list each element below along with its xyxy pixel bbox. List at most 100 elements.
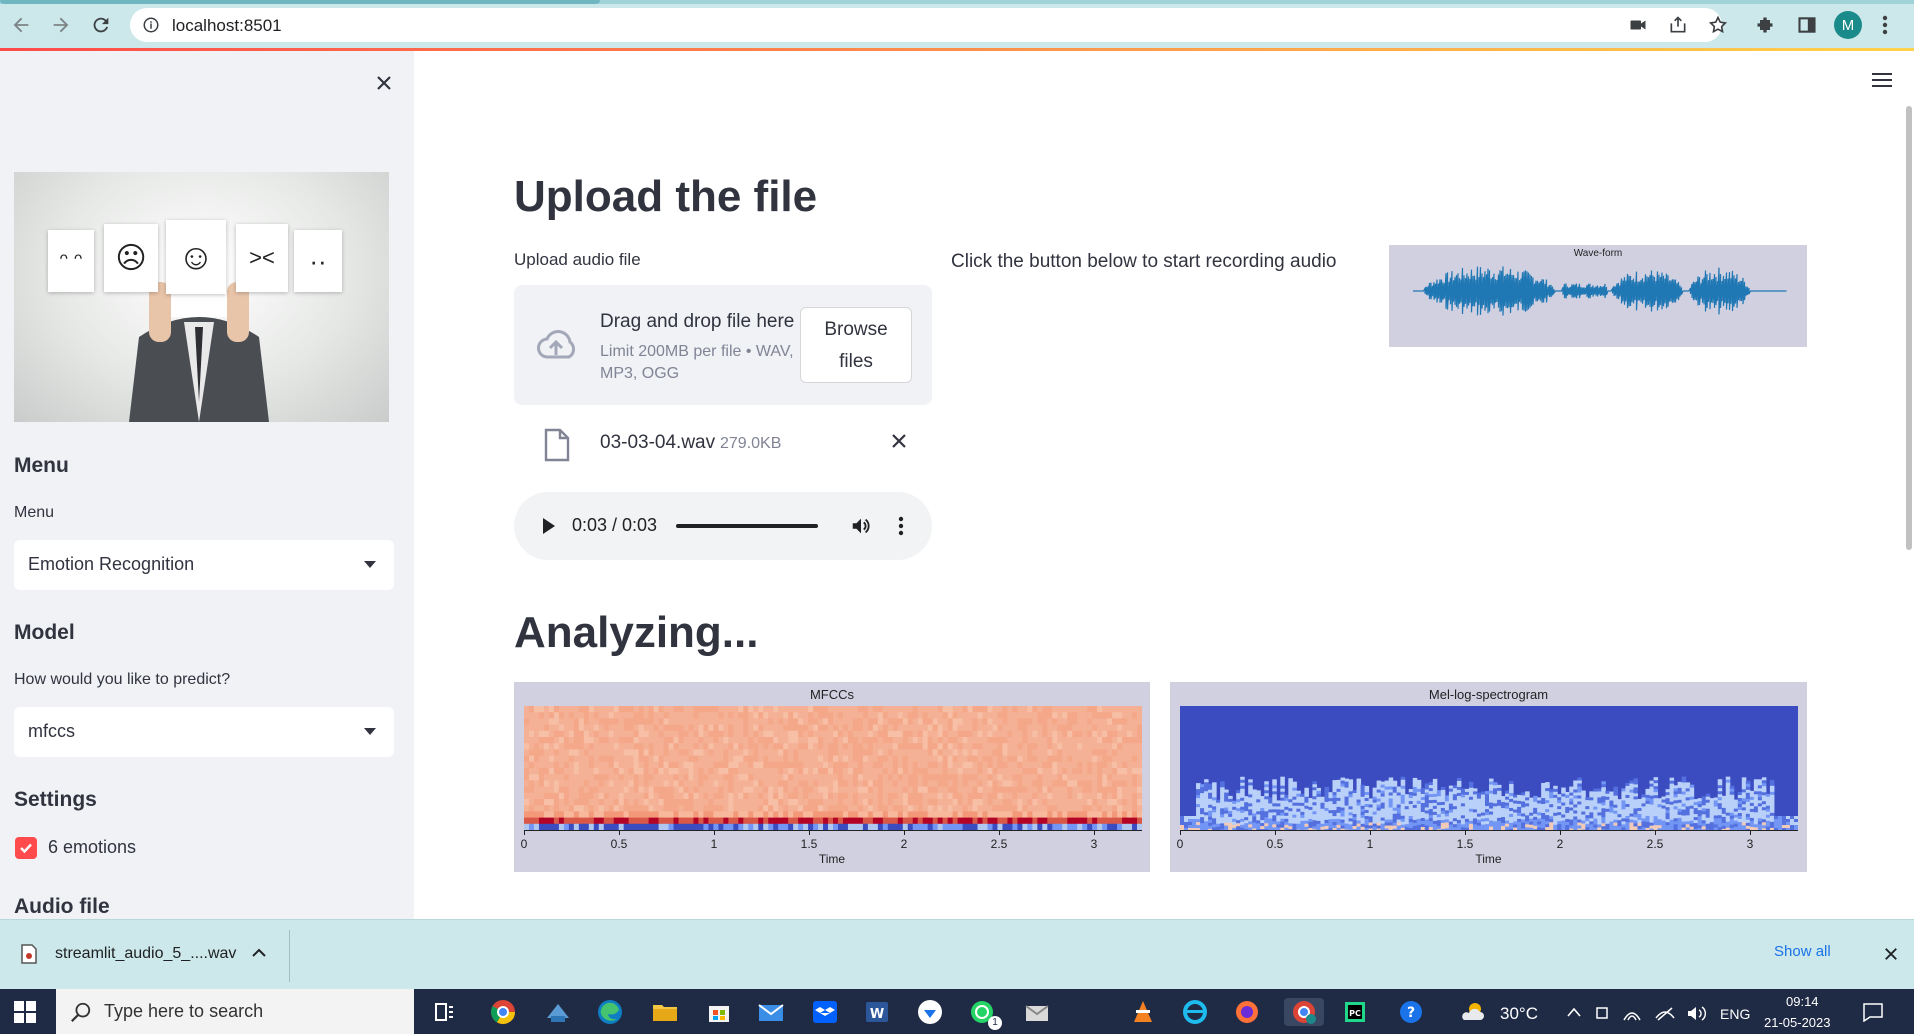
back-button[interactable]: [8, 12, 34, 38]
mail-icon[interactable]: [756, 998, 786, 1026]
mel-cell: [1472, 803, 1478, 807]
firefox-icon[interactable]: [1232, 998, 1262, 1026]
messenger-app-icon[interactable]: [915, 998, 945, 1026]
remove-file-icon[interactable]: [891, 433, 907, 449]
camera-icon[interactable]: [1628, 16, 1648, 34]
mel-cell: [1424, 816, 1430, 820]
browse-files-button[interactable]: Browse files: [800, 307, 912, 383]
mel-cell: [1669, 798, 1675, 803]
six-emotions-checkbox[interactable]: [15, 837, 37, 859]
bookmark-star-icon[interactable]: [1708, 15, 1728, 35]
mel-cell: [1725, 785, 1731, 790]
mfcc-cell: [1122, 768, 1128, 775]
more-options-icon[interactable]: [898, 516, 904, 536]
show-all-downloads-button[interactable]: Show all: [1774, 943, 1848, 969]
page-scrollbar[interactable]: [1906, 106, 1912, 550]
windows-start-icon[interactable]: [14, 1001, 36, 1023]
profile-avatar[interactable]: M: [1834, 11, 1862, 39]
mfcc-cell: [613, 724, 620, 732]
chevron-up-icon[interactable]: [252, 948, 266, 958]
help-icon[interactable]: ?: [1396, 998, 1426, 1026]
network-icon[interactable]: [1654, 1004, 1676, 1022]
mfcc-cell: [793, 805, 799, 812]
mel-cell: [1204, 794, 1209, 798]
notifications-icon[interactable]: [1862, 1002, 1884, 1022]
info-icon[interactable]: [142, 16, 160, 34]
mel-cell: [1376, 792, 1382, 797]
mail-client-icon[interactable]: [1022, 998, 1052, 1026]
mel-cell: [1601, 799, 1606, 803]
close-download-bar-icon[interactable]: [1884, 947, 1898, 961]
mfcc-cell: [708, 737, 714, 744]
microsoft-store-icon[interactable]: [704, 998, 734, 1026]
mel-cell: [1224, 804, 1229, 809]
close-sidebar-icon[interactable]: [370, 69, 398, 97]
pycharm-icon[interactable]: PC: [1340, 998, 1370, 1026]
mfcc-cell: [942, 755, 949, 763]
word-icon[interactable]: W: [862, 998, 892, 1026]
device-icon[interactable]: [1594, 1004, 1610, 1022]
mfcc-cell: [768, 768, 774, 775]
mfcc-cell: [643, 743, 650, 750]
volume-icon[interactable]: [850, 515, 872, 537]
mel-cell: [1320, 820, 1325, 825]
model-select[interactable]: mfccs: [14, 707, 394, 757]
mfcc-cell: [1092, 706, 1098, 713]
chrome-icon[interactable]: [488, 998, 518, 1026]
mfcc-cell: [638, 799, 645, 806]
streamlit-menu-icon[interactable]: [1870, 70, 1898, 94]
dropbox-icon[interactable]: [810, 998, 840, 1026]
mel-cell: [1444, 825, 1450, 829]
mfcc-cell: [693, 761, 699, 769]
mfcc-cell: [573, 774, 580, 781]
mel-cell: [1681, 815, 1687, 820]
wifi-icon[interactable]: [1622, 1004, 1642, 1022]
mfcc-cell: [1052, 724, 1058, 732]
weather-temperature[interactable]: 30°C: [1500, 1004, 1538, 1024]
menu-select[interactable]: Emotion Recognition: [14, 540, 394, 590]
file-explorer-icon[interactable]: [650, 998, 680, 1026]
mfcc-cell: [957, 743, 964, 750]
mel-cell: [1737, 824, 1743, 829]
mfcc-cell: [847, 761, 854, 769]
edge-icon[interactable]: [595, 998, 625, 1026]
extensions-icon[interactable]: [1752, 12, 1778, 38]
audio-progress-slider[interactable]: [676, 524, 818, 528]
mfcc-cell: [967, 730, 974, 738]
file-share-app-icon[interactable]: [543, 998, 573, 1026]
share-icon[interactable]: [1668, 15, 1688, 35]
mfcc-cell: [1007, 730, 1013, 738]
mel-cell: [1621, 818, 1626, 822]
chrome-profile-icon[interactable]: [1284, 998, 1324, 1026]
mel-cell: [1681, 812, 1687, 817]
clock-date[interactable]: 21-05-2023: [1764, 1015, 1831, 1030]
internet-explorer-icon[interactable]: [1180, 998, 1210, 1026]
audio-file-heading: Audio file: [14, 895, 110, 918]
clock-time[interactable]: 09:14: [1786, 994, 1819, 1009]
mel-cell: [1348, 803, 1354, 807]
download-file-name[interactable]: streamlit_audio_5_....wav: [55, 945, 236, 963]
address-bar[interactable]: localhost:8501: [130, 8, 1728, 42]
vlc-icon[interactable]: [1128, 998, 1158, 1026]
volume-tray-icon[interactable]: [1686, 1004, 1708, 1022]
input-language[interactable]: ENG: [1720, 1006, 1750, 1022]
browser-menu-icon[interactable]: [1872, 12, 1898, 38]
mel-cell: [1316, 790, 1321, 795]
mfcc-cell: [987, 817, 993, 825]
task-view-icon[interactable]: [430, 998, 460, 1026]
mel-cell: [1308, 815, 1313, 820]
side-panel-icon[interactable]: [1794, 12, 1820, 38]
reload-button[interactable]: [88, 12, 114, 38]
play-icon[interactable]: [542, 517, 556, 535]
mfcc-cell: [932, 792, 939, 800]
weather-icon[interactable]: [1458, 998, 1488, 1026]
mfcc-cell: [897, 811, 904, 819]
taskbar-search[interactable]: Type here to search: [56, 989, 414, 1034]
mel-cell: [1376, 795, 1382, 800]
forward-button[interactable]: [48, 12, 74, 38]
mfcc-cell: [937, 774, 944, 781]
tray-chevron-up-icon[interactable]: [1566, 1006, 1582, 1018]
mfcc-cell: [803, 774, 809, 781]
mel-cell: [1577, 786, 1582, 790]
mfcc-cell: [588, 780, 595, 788]
